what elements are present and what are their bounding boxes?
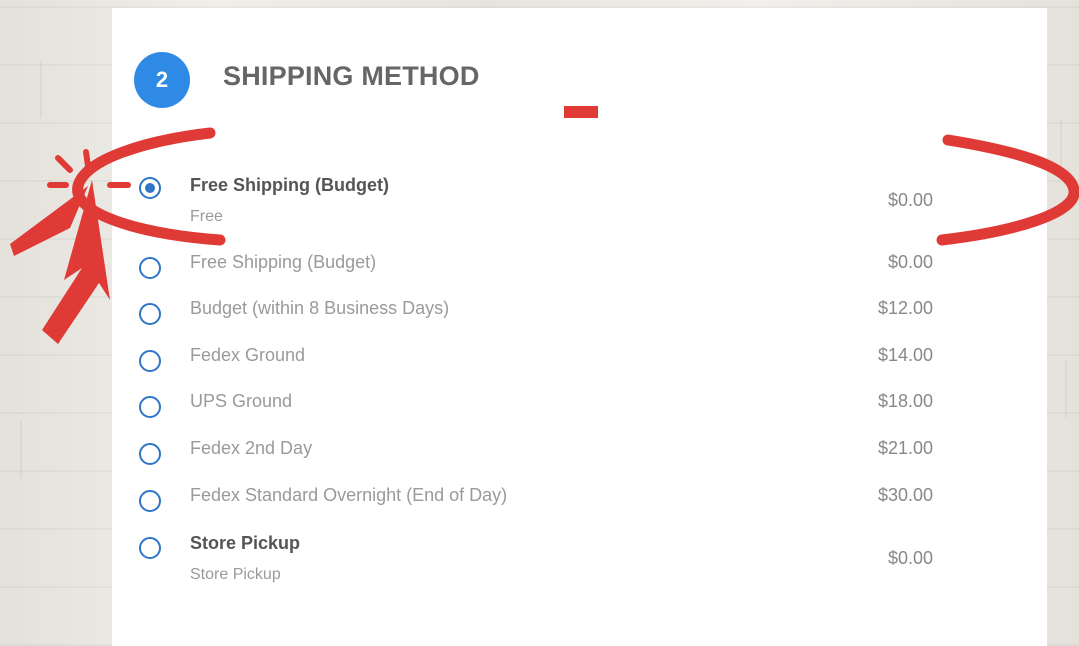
shipping-option-row[interactable]: UPS Ground $18.00 xyxy=(112,389,1047,419)
arrow-cursor-icon xyxy=(10,180,110,344)
brick-joint xyxy=(40,60,42,118)
shipping-option-name[interactable]: Budget (within 8 Business Days) xyxy=(190,298,449,319)
shipping-option-price: $21.00 xyxy=(877,438,933,458)
shipping-option-name[interactable]: Store Pickup xyxy=(190,533,300,554)
shipping-option-row[interactable]: Fedex Ground $14.00 xyxy=(112,343,1047,373)
shipping-option-price: $18.00 xyxy=(877,391,933,411)
shipping-option-subtitle: Free xyxy=(190,208,223,225)
shipping-option-price: $0.00 xyxy=(887,190,933,210)
radio-button[interactable] xyxy=(139,303,161,325)
radio-button[interactable] xyxy=(139,396,161,418)
radio-button[interactable] xyxy=(139,443,161,465)
shipping-option-row[interactable]: Fedex Standard Overnight (End of Day) $3… xyxy=(112,483,1047,513)
radio-button[interactable] xyxy=(139,537,161,559)
shipping-option-price: $14.00 xyxy=(877,345,933,365)
radio-dot-icon xyxy=(145,183,155,193)
shipping-method-panel: 2 SHIPPING METHOD Free Shipping (Budget)… xyxy=(112,8,1047,646)
shipping-option-subtitle: Store Pickup xyxy=(190,566,281,583)
shipping-option-row[interactable]: Budget (within 8 Business Days) $12.00 xyxy=(112,296,1047,326)
shipping-option-price: $0.00 xyxy=(887,252,933,272)
section-title: SHIPPING METHOD xyxy=(223,61,480,91)
shipping-option-name[interactable]: UPS Ground xyxy=(190,391,292,412)
shipping-option-row[interactable]: Fedex 2nd Day $21.00 xyxy=(112,436,1047,466)
shipping-option-row[interactable]: Free Shipping (Budget) Free $0.00 xyxy=(112,172,1047,236)
radio-button[interactable] xyxy=(139,350,161,372)
radio-button[interactable] xyxy=(139,257,161,279)
shipping-option-name[interactable]: Fedex Standard Overnight (End of Day) xyxy=(190,485,507,506)
brick-joint xyxy=(1060,120,1062,178)
shipping-option-row[interactable]: Free Shipping (Budget) $0.00 xyxy=(112,250,1047,280)
shipping-option-row[interactable]: Store Pickup Store Pickup $0.00 xyxy=(112,528,1047,592)
brick-joint xyxy=(20,420,22,478)
shipping-option-name[interactable]: Free Shipping (Budget) xyxy=(190,175,389,196)
shipping-option-name[interactable]: Free Shipping (Budget) xyxy=(190,252,376,273)
step-number-badge: 2 xyxy=(134,52,190,108)
shipping-option-name[interactable]: Fedex 2nd Day xyxy=(190,438,312,459)
shipping-option-price: $12.00 xyxy=(877,298,933,318)
radio-button-selected[interactable] xyxy=(139,177,161,199)
brick-joint xyxy=(1065,360,1067,418)
shipping-option-price: $30.00 xyxy=(877,485,933,505)
brick-joint xyxy=(78,240,80,298)
shipping-option-name[interactable]: Fedex Ground xyxy=(190,345,305,366)
radio-button[interactable] xyxy=(139,490,161,512)
shipping-option-price: $0.00 xyxy=(887,548,933,568)
